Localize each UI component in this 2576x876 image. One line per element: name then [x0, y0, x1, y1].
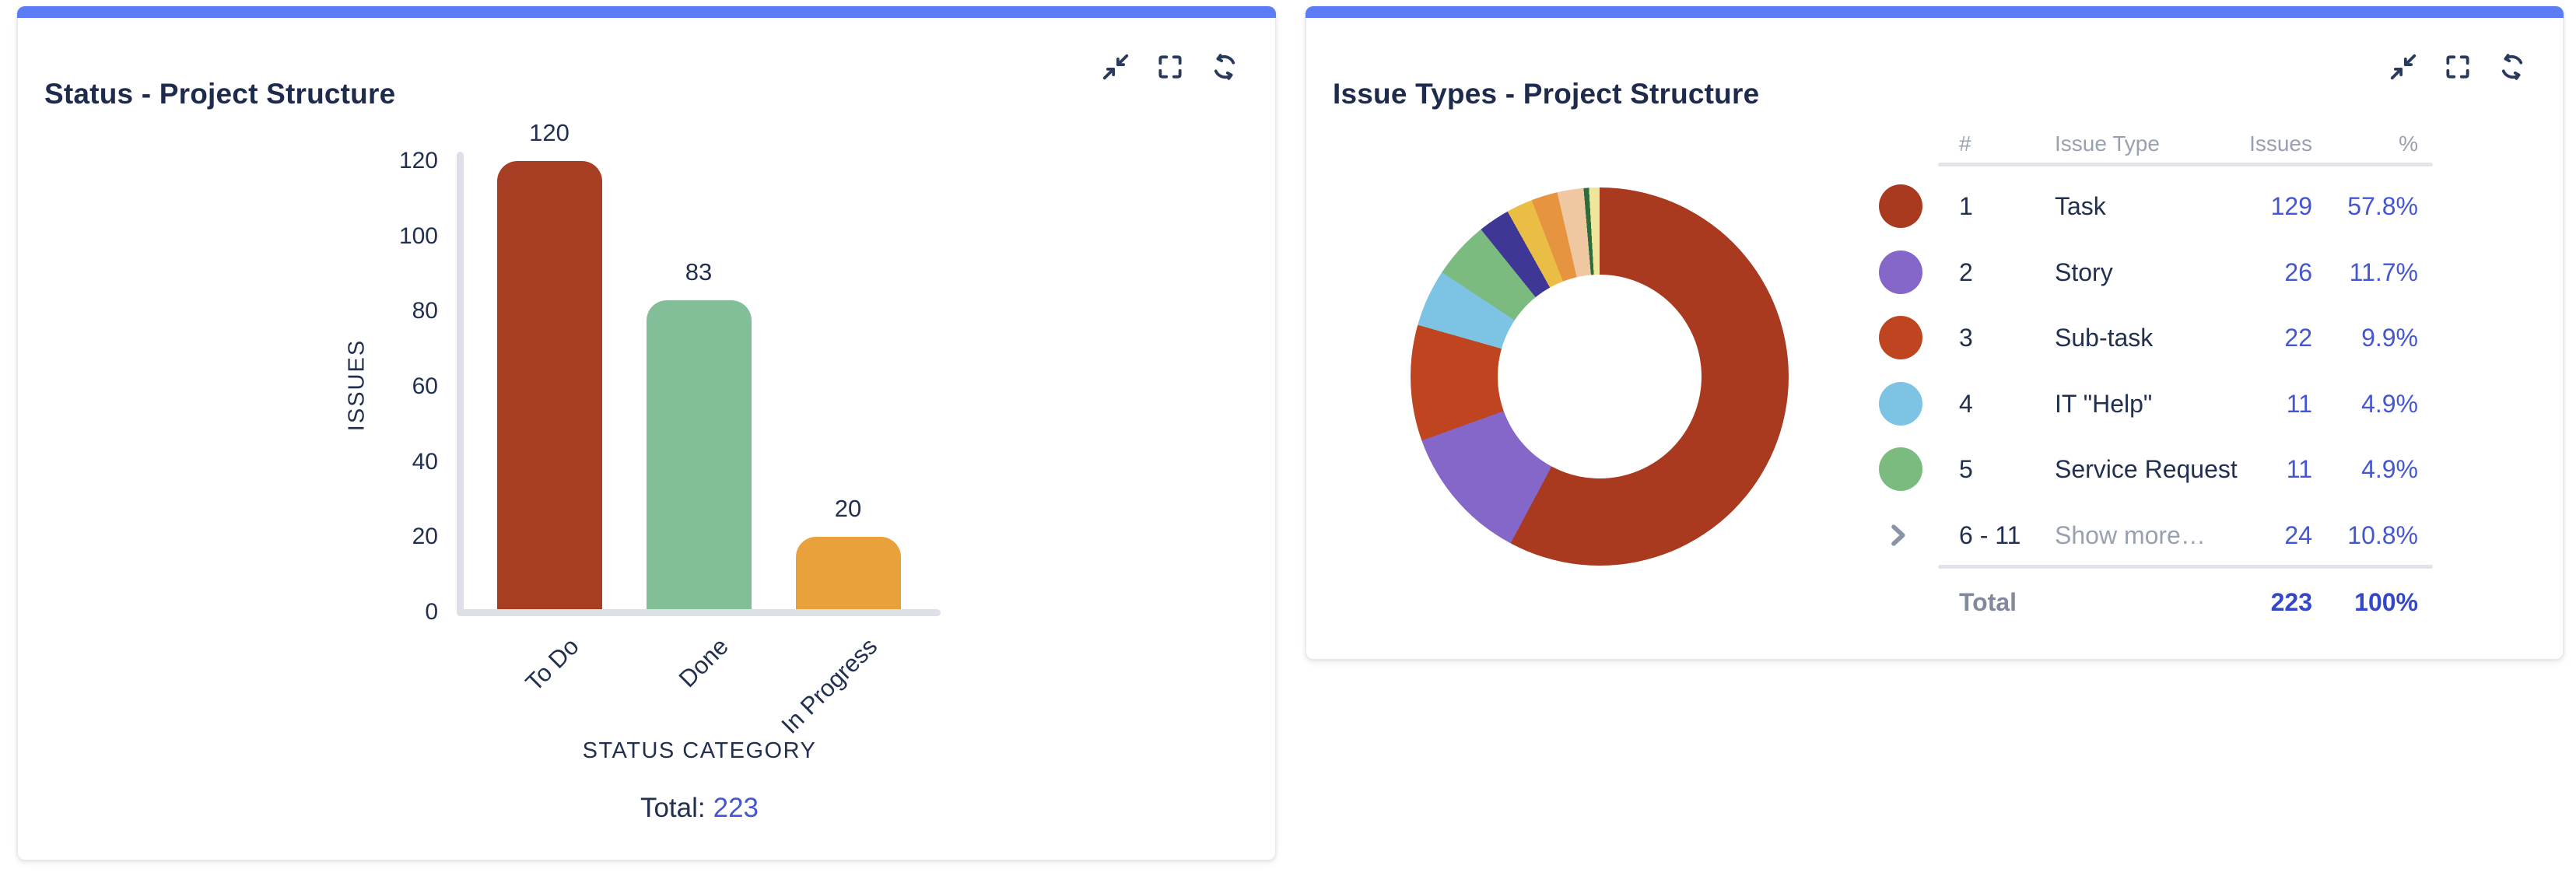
fullscreen-icon[interactable] [2443, 52, 2473, 82]
row-rank: 6 - 11 [1959, 518, 2052, 552]
table-divider [1938, 163, 2433, 166]
row-percent-link[interactable]: 10.8% [2255, 518, 2418, 552]
bar-done[interactable] [647, 300, 752, 612]
y-tick-label: 20 [298, 520, 438, 553]
collapse-icon[interactable] [2388, 52, 2418, 82]
y-tick-label: 100 [298, 220, 438, 253]
y-axis-title: ISSUES [345, 339, 370, 431]
x-axis-line [457, 609, 941, 616]
y-axis-line [457, 152, 464, 615]
legend-color-dot [1879, 447, 1922, 491]
x-category-label: To Do [520, 632, 585, 697]
row-percent-link[interactable]: 9.9% [2255, 321, 2418, 355]
donut-hole [1498, 275, 1702, 478]
issue-types-panel-toolbar [2388, 52, 2527, 82]
issue-types-gadget-panel: Issue Types - Project Structure #Issue T… [1306, 6, 2564, 660]
row-rank: 4 [1959, 387, 2052, 421]
issue-types-donut-chart[interactable] [1411, 187, 1789, 566]
row-rank: 1 [1959, 189, 2052, 223]
table-total-percent: 100% [2255, 585, 2418, 619]
y-tick-label: 0 [298, 596, 438, 629]
refresh-icon[interactable] [2497, 52, 2527, 82]
y-tick-label: 120 [298, 145, 438, 177]
bar-value-label: 120 [483, 117, 615, 149]
legend-color-dot [1879, 184, 1922, 228]
y-tick-label: 40 [298, 446, 438, 478]
bar-value-label: 83 [633, 257, 765, 288]
col-header-number: # [1959, 127, 2052, 161]
row-rank: 2 [1959, 255, 2052, 289]
status-gadget-panel: Status - Project Structure 0204060801001… [17, 6, 1276, 860]
row-percent-link[interactable]: 4.9% [2255, 387, 2418, 421]
chevron-right-icon[interactable] [1882, 520, 1913, 551]
row-percent-link[interactable]: 11.7% [2255, 255, 2418, 289]
x-category-label: Done [674, 632, 734, 693]
total-label: Total: [640, 793, 706, 823]
row-percent-link[interactable]: 4.9% [2255, 452, 2418, 486]
issue-types-panel-title: Issue Types - Project Structure [1333, 78, 1759, 110]
bar-in-progress[interactable] [796, 537, 901, 612]
x-axis-title: STATUS CATEGORY [466, 738, 933, 764]
legend-color-dot [1879, 382, 1922, 426]
total-value-link[interactable]: 223 [713, 793, 759, 823]
bar-value-label: 20 [782, 493, 914, 524]
legend-color-dot [1879, 316, 1922, 359]
table-total-label: Total [1959, 585, 2052, 619]
row-rank: 5 [1959, 452, 2052, 486]
legend-color-dot [1879, 251, 1922, 294]
bar-to-do[interactable] [497, 161, 602, 612]
status-bar-chart: 020406080100120120To Do83Done20In Progre… [18, 7, 1275, 860]
col-header-percent: % [2255, 127, 2418, 161]
y-tick-label: 80 [298, 295, 438, 328]
table-divider [1938, 565, 2433, 569]
panel-accent-bar [1306, 6, 2564, 18]
row-rank: 3 [1959, 321, 2052, 355]
row-percent-link[interactable]: 57.8% [2255, 189, 2418, 223]
status-total-line: Total:223 [466, 793, 933, 824]
x-category-label: In Progress [776, 632, 884, 740]
